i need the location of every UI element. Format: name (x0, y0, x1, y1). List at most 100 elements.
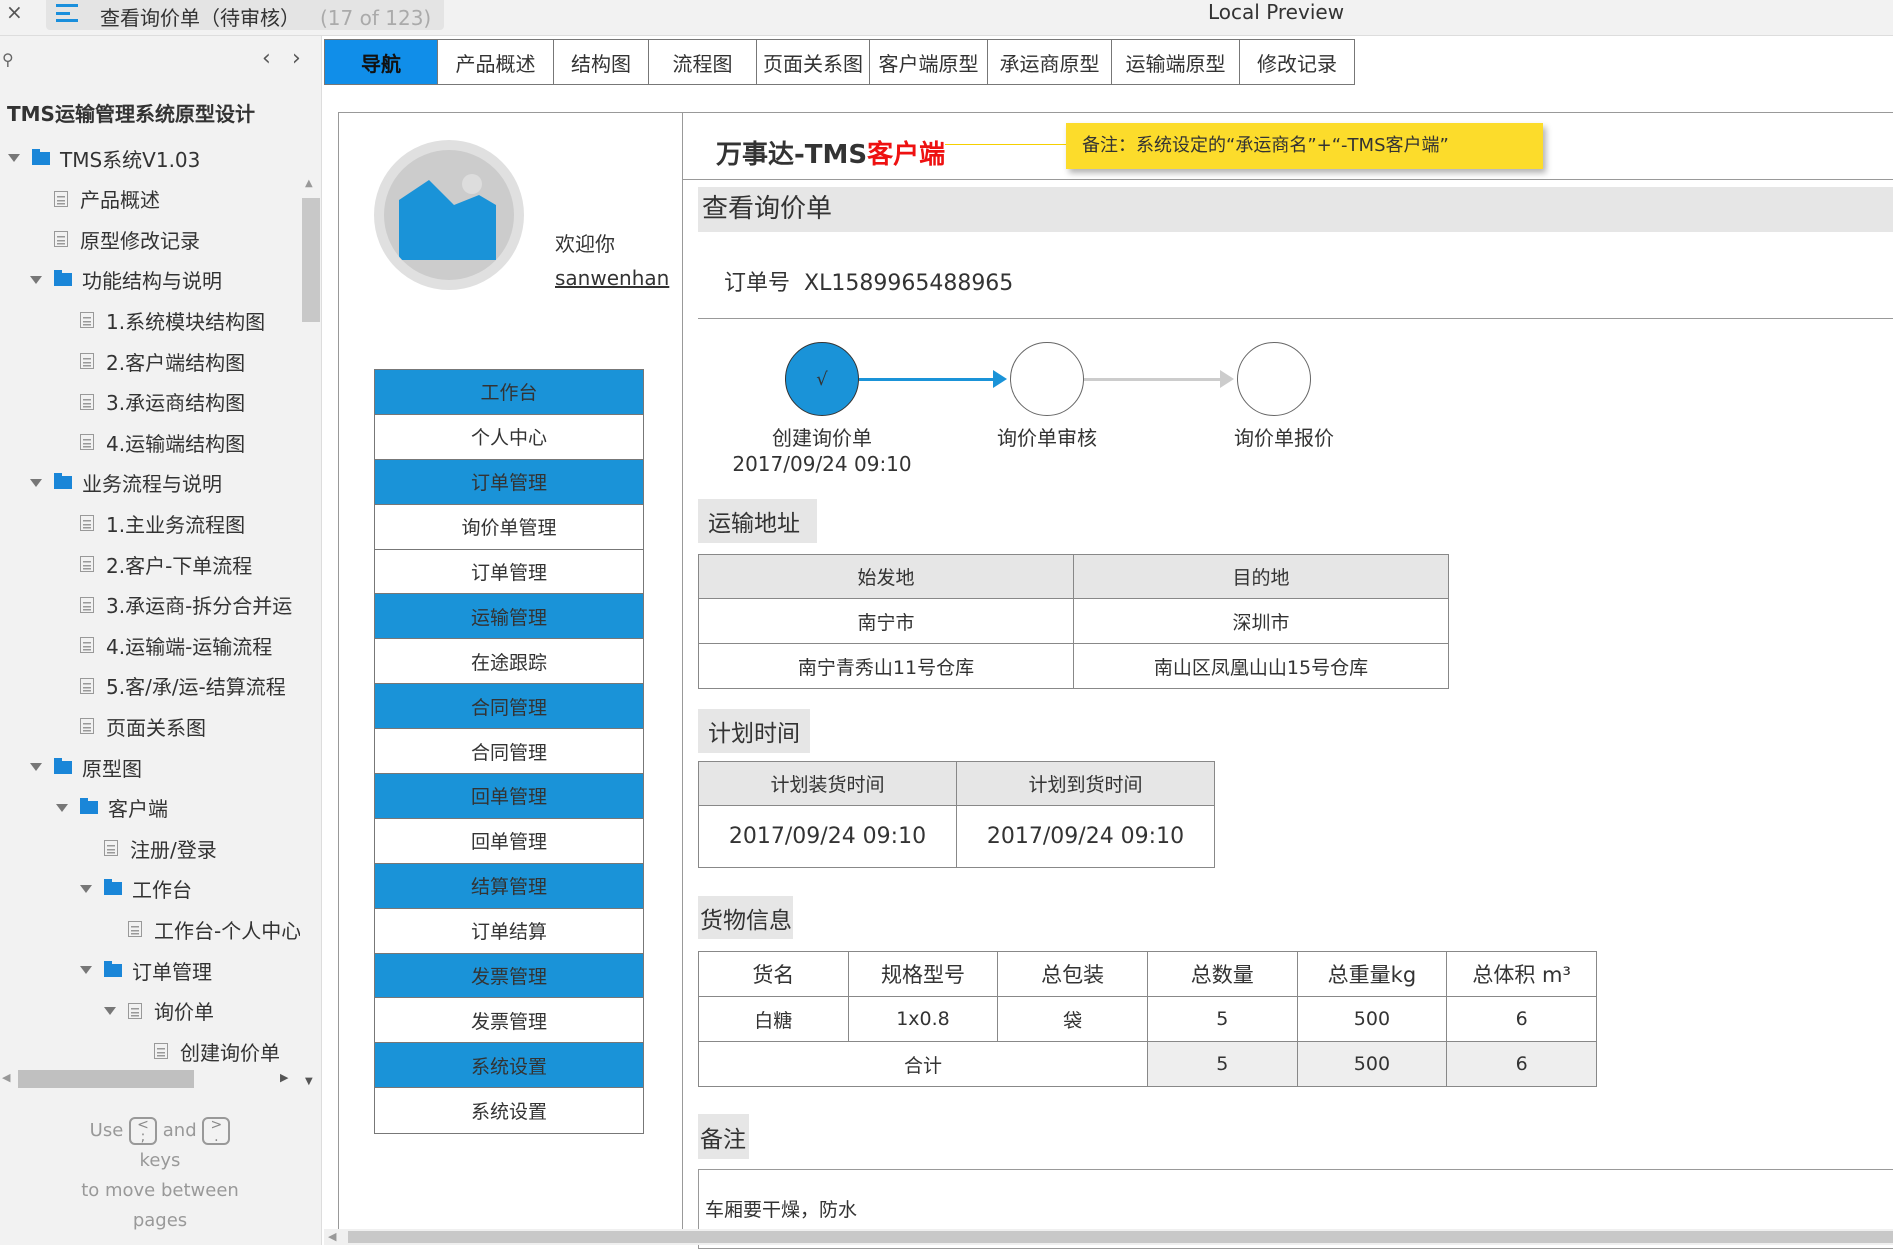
tree-item[interactable]: 1.主业务流程图 (56, 503, 245, 543)
scroll-thumb[interactable] (18, 1070, 194, 1088)
nav-tab[interactable]: 修改记录 (1240, 40, 1355, 84)
expand-arrow-icon[interactable] (80, 966, 92, 974)
table-cell: 6 (1446, 996, 1597, 1042)
tree-item[interactable]: 产品概述 (30, 179, 160, 219)
page-icon (80, 393, 94, 410)
page-icon (128, 921, 142, 938)
tree-item[interactable]: 订单管理 (80, 950, 212, 990)
menu-item[interactable]: 回单管理 (375, 819, 643, 864)
tree-item[interactable]: 注册/登录 (80, 828, 217, 868)
menu-group-header[interactable]: 发票管理 (375, 953, 643, 999)
tree-item-label: 3.承运商结构图 (106, 391, 246, 416)
menu-group-header[interactable]: 系统设置 (375, 1043, 643, 1089)
menu-item[interactable]: 系统设置 (375, 1088, 643, 1133)
next-page-button[interactable]: › (292, 46, 301, 71)
goods-table: 货名 规格型号 总包装 总数量 总重量kg 总体积 m³ 白糖 1x0.8 袋 5 500 6 合计… (698, 951, 1597, 1087)
page-icon (80, 718, 94, 735)
expand-arrow-icon[interactable] (8, 154, 20, 162)
scroll-thumb[interactable] (302, 198, 320, 322)
nav-tab[interactable]: 流程图 (649, 40, 757, 84)
table-cell: 6 (1446, 1041, 1597, 1087)
expand-arrow-icon[interactable] (80, 884, 92, 893)
menu-group-header[interactable]: 工作台 (375, 370, 643, 415)
menu-group-header[interactable]: 合同管理 (375, 684, 643, 730)
menu-item[interactable]: 合同管理 (375, 729, 643, 775)
tree-item[interactable]: 页面关系图 (56, 706, 206, 746)
expand-arrow-icon[interactable] (30, 478, 42, 487)
folder-icon (54, 757, 72, 774)
tree-item[interactable]: 3.承运商-拆分合并运 (56, 585, 292, 625)
tree-item[interactable]: 2.客户端结构图 (56, 341, 245, 381)
tree-item[interactable]: 2.客户-下单流程 (56, 544, 252, 584)
tree-item[interactable]: 工作台-个人中心 (104, 909, 300, 949)
search-icon[interactable]: ⚲ (2, 50, 14, 69)
menu-item[interactable]: 在途跟踪 (375, 639, 643, 685)
vertical-scrollbar[interactable]: ▲ ▼ (300, 178, 322, 1098)
order-number: 订单号 XL1589965488965 (724, 265, 1013, 297)
nav-tab[interactable]: 客户端原型 (870, 40, 988, 84)
page-icon (80, 677, 94, 694)
menu-group-header[interactable]: 结算管理 (375, 863, 643, 909)
hint-text: keys (139, 1150, 181, 1171)
expand-arrow-icon[interactable] (56, 803, 68, 812)
scroll-thumb[interactable] (348, 1231, 1893, 1243)
expand-arrow-icon[interactable] (30, 763, 42, 771)
menu-icon[interactable] (56, 4, 78, 22)
tree-item-label: TMS系统V1.03 (60, 147, 201, 172)
tree-item[interactable]: 原型图 (30, 747, 142, 787)
horizontal-scrollbar[interactable]: ◀ (324, 1229, 1893, 1245)
nav-tab[interactable]: 产品概述 (438, 40, 554, 84)
page-icon (80, 312, 94, 329)
tree-item[interactable]: TMS系统V1.03 (8, 138, 200, 178)
tree-item-label: 创建询价单 (180, 1040, 280, 1065)
annotation-note: 备注：系统设定的“承运商名”+“-TMS客户端” (1066, 123, 1543, 169)
nav-tab[interactable]: 页面关系图 (757, 40, 870, 84)
tree-item[interactable]: 原型修改记录 (30, 219, 200, 259)
nav-tab[interactable]: 运输端原型 (1112, 40, 1240, 84)
menu-item[interactable]: 订单结算 (375, 909, 643, 954)
nav-tab[interactable]: 承运商原型 (988, 40, 1112, 84)
step-circle (1237, 342, 1311, 416)
menu-item[interactable]: 个人中心 (375, 415, 643, 460)
tree-item-label: 注册/登录 (130, 837, 217, 862)
table-cell: 500 (1296, 996, 1448, 1042)
scroll-left-icon[interactable]: ◀ (2, 1071, 10, 1084)
nav-tab[interactable]: 导航 (325, 40, 438, 84)
tree-item-label: 2.客户端结构图 (106, 350, 246, 375)
nav-tab[interactable]: 结构图 (554, 40, 649, 84)
tree-item[interactable]: 4.运输端结构图 (56, 422, 245, 462)
order-label: 订单号 (724, 271, 791, 296)
tree-item[interactable]: 5.客/承/运-结算流程 (56, 666, 286, 706)
tree-item[interactable]: 3.承运商结构图 (56, 382, 245, 422)
tree-item[interactable]: 客户端 (56, 788, 168, 828)
menu-item[interactable]: 发票管理 (375, 998, 643, 1044)
scroll-left-icon[interactable]: ◀ (328, 1230, 336, 1243)
tree-item[interactable]: 工作台 (80, 869, 192, 909)
menu-item[interactable]: 询价单管理 (375, 505, 643, 550)
page-tab[interactable]: 查看询价单（待审核） (17 of 123) (46, 0, 444, 30)
username-link[interactable]: sanwenhan (555, 266, 669, 290)
prev-page-button[interactable]: ‹ (262, 46, 271, 71)
menu-item[interactable]: 订单管理 (375, 550, 643, 595)
menu-group-header[interactable]: 订单管理 (375, 459, 643, 505)
tree-item-label: 原型修改记录 (80, 228, 200, 253)
scroll-up-icon[interactable]: ▲ (305, 178, 313, 189)
tree-item-label: 4.运输端-运输流程 (106, 634, 273, 659)
expand-arrow-icon[interactable] (104, 1006, 116, 1015)
tree-item[interactable]: 功能结构与说明 (30, 260, 222, 300)
expand-arrow-icon[interactable] (30, 275, 42, 284)
menu-group-header[interactable]: 运输管理 (375, 594, 643, 640)
tree-item[interactable]: 1.系统模块结构图 (56, 300, 265, 340)
scroll-right-icon[interactable]: ▶ (280, 1071, 288, 1084)
page-icon (80, 556, 94, 572)
tree-item[interactable]: 询价单 (104, 991, 214, 1031)
table-row: 白糖 1x0.8 袋 5 500 6 (698, 996, 1597, 1042)
tree-item[interactable]: 4.运输端-运输流程 (56, 625, 272, 665)
section-title: 查看询价单 (698, 187, 1893, 232)
horizontal-scrollbar[interactable]: ◀ ▶ (0, 1067, 322, 1091)
tree-item-label: 订单管理 (132, 959, 212, 984)
close-icon[interactable]: × (6, 0, 23, 24)
tree-item[interactable]: 创建询价单 (130, 1031, 280, 1071)
tree-item[interactable]: 业务流程与说明 (30, 463, 222, 503)
menu-group-header[interactable]: 回单管理 (375, 774, 643, 819)
